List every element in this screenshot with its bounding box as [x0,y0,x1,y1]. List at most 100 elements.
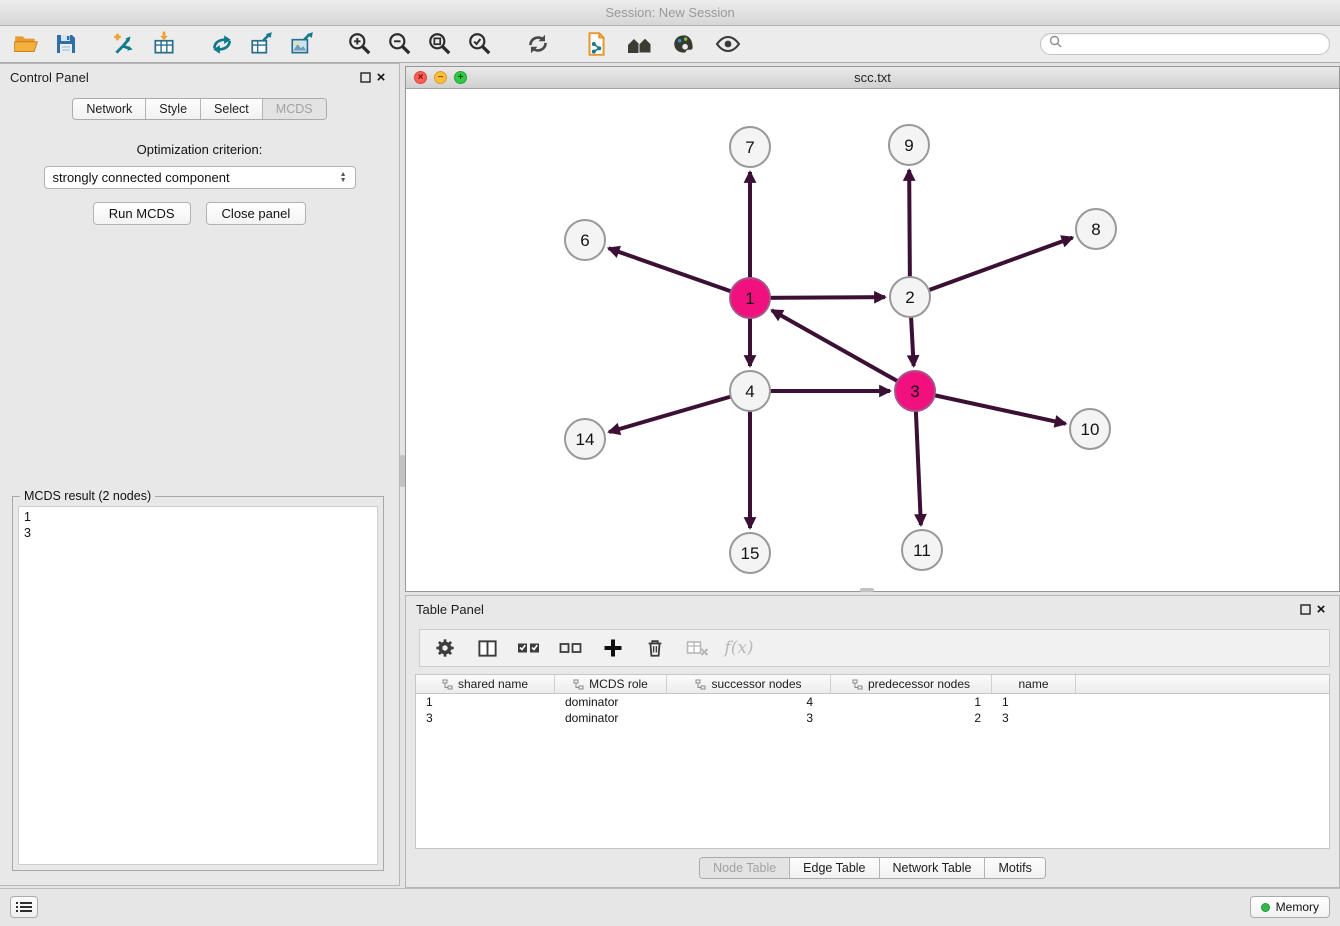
graph-node-label: 1 [745,289,754,308]
run-mcds-button[interactable]: Run MCDS [93,202,191,225]
column-type-icon [573,679,584,690]
status-bar: Memory [0,888,1340,926]
network-graph[interactable]: 7968124314101511 [406,89,1339,591]
graph-node-label: 3 [910,382,919,401]
cell-predecessor-nodes[interactable]: 2 [831,711,992,725]
mcds-result-box: MCDS result (2 nodes) 1 3 [12,496,384,871]
column-header-successor-nodes[interactable]: successor nodes [667,675,831,693]
cell-successor-nodes[interactable]: 3 [667,711,831,725]
network-window-title: scc.txt [406,70,1339,85]
zoom-out-icon[interactable] [384,29,416,59]
chevron-up-down-icon: ▲▼ [340,172,347,184]
cell-successor-nodes[interactable]: 4 [667,695,831,709]
float-panel-icon[interactable] [357,69,373,85]
tab-edge-table[interactable]: Edge Table [790,858,879,878]
export-image-icon[interactable] [286,29,318,59]
cell-mcds-role[interactable]: dominator [555,711,667,725]
show-hide-icon[interactable] [712,29,744,59]
refresh-icon[interactable] [522,29,554,59]
copy-network-icon[interactable] [580,29,612,59]
graph-node-label: 14 [576,430,595,449]
add-row-icon[interactable] [600,635,626,661]
graph-edge-2-8[interactable] [910,238,1073,297]
clone-network-icon[interactable] [206,29,238,59]
graph-node-label: 7 [745,138,754,157]
zoom-in-icon[interactable] [344,29,376,59]
delete-row-icon[interactable] [642,635,668,661]
network-canvas[interactable]: 7968124314101511 [406,89,1339,591]
graph-node-label: 2 [905,288,914,307]
cell-predecessor-nodes[interactable]: 1 [831,695,992,709]
zoom-selected-icon[interactable] [464,29,496,59]
overview-icon[interactable] [624,29,656,59]
control-panel-tabs: Network Style Select MCDS [72,98,326,120]
tab-network[interactable]: Network [73,99,146,119]
tab-style[interactable]: Style [146,99,201,119]
zoom-window-icon[interactable]: + [454,71,467,84]
close-panel-icon[interactable]: × [373,69,389,85]
graph-edge-3-10[interactable] [915,391,1066,424]
deselect-all-icon[interactable] [558,635,584,661]
import-network-icon[interactable] [108,29,140,59]
cell-name[interactable]: 3 [992,711,1076,725]
delete-table-icon[interactable] [684,635,710,661]
search-input[interactable] [1067,37,1321,51]
column-type-icon [442,679,453,690]
column-header-predecessor-nodes[interactable]: predecessor nodes [831,675,992,693]
memory-label: Memory [1276,900,1319,914]
task-history-button[interactable] [10,896,38,918]
network-window: × − + scc.txt 7968124314101511 [405,66,1340,592]
column-type-icon [695,679,706,690]
tab-select[interactable]: Select [201,99,263,119]
graph-node-label: 8 [1091,220,1100,239]
cell-name[interactable]: 1 [992,695,1076,709]
graph-edge-3-1[interactable] [772,310,915,391]
column-header-empty [1076,675,1329,693]
import-table-icon[interactable] [148,29,180,59]
close-table-panel-icon[interactable]: × [1313,601,1329,617]
tab-node-table[interactable]: Node Table [700,858,790,878]
network-window-titlebar[interactable]: × − + scc.txt [406,67,1339,89]
optimization-criterion-label: Optimization criterion: [0,142,399,157]
close-window-icon[interactable]: × [414,71,427,84]
save-icon[interactable] [50,29,82,59]
horizontal-scroll-handle[interactable] [860,588,874,592]
mcds-result-list[interactable]: 1 3 [18,506,378,865]
function-icon[interactable]: f(x) [726,635,752,661]
select-all-icon[interactable] [516,635,542,661]
graph-node-label: 6 [580,231,589,250]
table-row[interactable]: 1 dominator 4 1 1 [416,694,1329,710]
mcds-result-title: MCDS result (2 nodes) [20,489,155,503]
tab-motifs[interactable]: Motifs [985,858,1044,878]
export-table-icon[interactable] [246,29,278,59]
cell-shared-name[interactable]: 3 [416,711,555,725]
float-table-panel-icon[interactable] [1297,601,1313,617]
minimize-window-icon[interactable]: − [434,71,447,84]
memory-button[interactable]: Memory [1250,896,1330,918]
window-titlebar: Session: New Session [0,0,1340,26]
open-file-icon[interactable] [10,29,42,59]
table-toolbar: f(x) [419,629,1330,667]
criterion-select[interactable]: strongly connected component ▲▼ [44,166,356,189]
graph-node-label: 10 [1081,420,1100,439]
column-type-icon [852,679,863,690]
style-icon[interactable] [668,29,700,59]
tab-mcds[interactable]: MCDS [263,99,326,119]
zoom-fit-icon[interactable] [424,29,456,59]
graph-edge-4-14[interactable] [609,391,750,432]
column-header-name[interactable]: name [992,675,1076,693]
column-header-mcds-role[interactable]: MCDS role [555,675,667,693]
memory-status-icon [1261,903,1270,912]
search-field[interactable] [1040,33,1330,55]
column-header-shared-name[interactable]: shared name [416,675,555,693]
column-icon[interactable] [474,635,500,661]
criterion-select-value: strongly connected component [53,170,230,185]
tab-network-table[interactable]: Network Table [880,858,986,878]
cell-mcds-role[interactable]: dominator [555,695,667,709]
close-panel-button[interactable]: Close panel [206,202,307,225]
cell-shared-name[interactable]: 1 [416,695,555,709]
window-title: Session: New Session [605,5,734,20]
table-row[interactable]: 3 dominator 3 2 3 [416,710,1329,726]
settings-icon[interactable] [432,635,458,661]
graph-edge-1-6[interactable] [609,248,750,298]
